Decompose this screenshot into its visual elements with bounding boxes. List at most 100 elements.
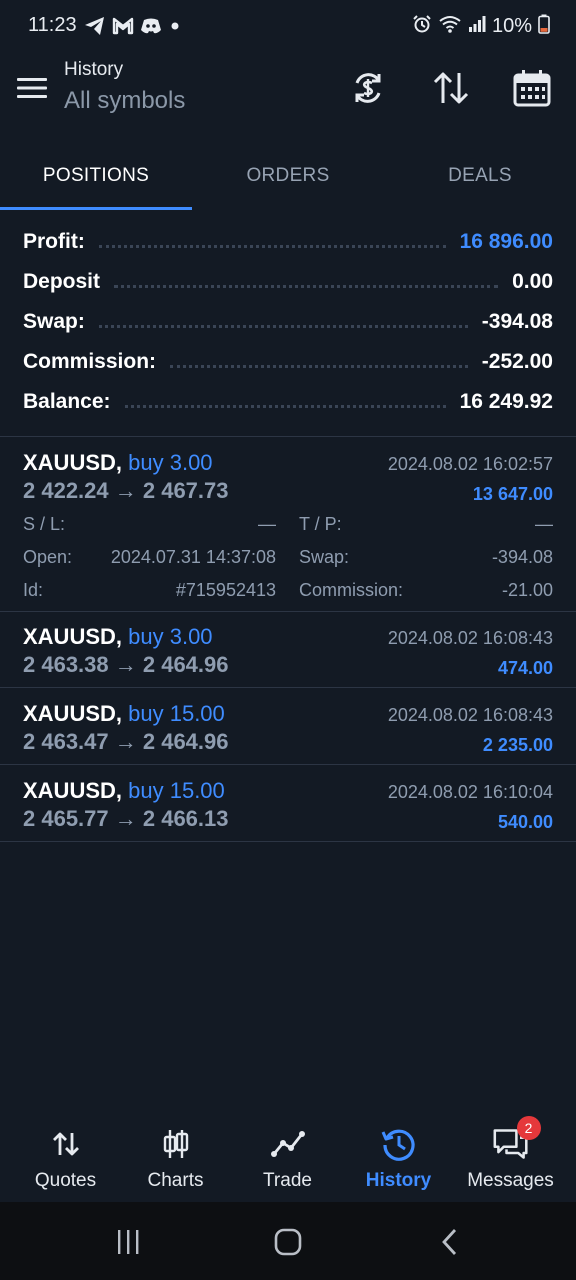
calendar-icon <box>513 70 551 107</box>
position-prices: 2 463.47 → 2 464.96 <box>23 729 229 754</box>
position-row[interactable]: XAUUSD, buy 15.00 2 465.77 → 2 466.13 20… <box>0 778 576 840</box>
quotes-arrows-icon <box>48 1126 84 1162</box>
position-type: buy 15.00 <box>128 701 225 726</box>
position-title: XAUUSD, buy 15.00 <box>23 778 225 804</box>
tab-positions[interactable]: POSITIONS <box>0 144 192 210</box>
position-symbol: XAUUSD, <box>23 624 123 649</box>
position-symbol: XAUUSD, <box>23 450 123 475</box>
calendar-button[interactable] <box>512 68 552 108</box>
position-row[interactable]: XAUUSD, buy 3.00 2 463.38 → 2 464.96 202… <box>0 624 576 686</box>
home-button[interactable] <box>268 1222 308 1262</box>
nav-trade[interactable]: Trade <box>230 1104 345 1202</box>
screen: 11:23 10% History All symbols POSITIONS … <box>0 0 576 1280</box>
detail-swap-value: -394.08 <box>491 547 553 567</box>
tab-orders[interactable]: ORDERS <box>192 144 384 208</box>
position-prices: 2 422.24 → 2 467.73 <box>23 478 229 503</box>
tp-value: — <box>535 514 553 534</box>
dot-leader <box>170 364 468 368</box>
nav-label: Charts <box>147 1170 204 1191</box>
menu-button[interactable] <box>14 70 50 106</box>
id-label: Id: <box>23 580 44 600</box>
nav-charts[interactable]: Charts <box>118 1104 233 1202</box>
bottom-navigation: Quotes Charts Trade History 2 Messages <box>0 1104 576 1202</box>
nav-history[interactable]: History <box>341 1104 456 1202</box>
system-navigation-bar <box>0 1202 576 1280</box>
position-type: buy 3.00 <box>128 624 213 649</box>
position-profit: 540.00 <box>497 812 553 832</box>
profit-value: 16 896.00 <box>459 230 553 253</box>
dot-leader <box>114 284 499 288</box>
position-row-expanded[interactable]: XAUUSD, buy 3.00 2 422.24 → 2 467.73 202… <box>0 450 576 612</box>
detail-commission-value: -21.00 <box>501 580 553 600</box>
position-prices: 2 465.77 → 2 466.13 <box>23 806 229 831</box>
unread-badge: 2 <box>516 1116 541 1140</box>
commission-value: -252.00 <box>481 350 553 373</box>
position-date: 2024.08.02 16:10:04 <box>387 782 553 802</box>
position-symbol: XAUUSD, <box>23 778 123 803</box>
swap-label: Swap: <box>23 310 85 333</box>
divider <box>0 841 576 842</box>
position-profit: 13 647.00 <box>472 484 553 504</box>
top-app-bar: History All symbols <box>0 54 576 134</box>
battery-percentage: 10% <box>491 15 532 37</box>
back-button[interactable] <box>430 1222 470 1262</box>
nav-quotes[interactable]: Quotes <box>8 1104 123 1202</box>
dot-icon <box>168 19 182 38</box>
dot-leader <box>98 244 446 248</box>
wifi-icon <box>438 14 462 39</box>
detail-swap-label: Swap: <box>299 547 350 567</box>
history-clock-icon <box>381 1126 417 1162</box>
commission-label: Commission: <box>23 350 157 373</box>
profit-label: Profit: <box>23 230 85 253</box>
position-title: XAUUSD, buy 3.00 <box>23 624 213 650</box>
divider <box>0 764 576 765</box>
position-symbol: XAUUSD, <box>23 701 123 726</box>
telegram-icon <box>84 16 106 41</box>
nav-label: Quotes <box>34 1170 97 1191</box>
swap-value: -394.08 <box>481 310 553 333</box>
summary-deposit-row: Deposit 0.00 <box>0 262 576 302</box>
nav-label: Trade <box>263 1170 312 1191</box>
recent-apps-button[interactable] <box>108 1222 148 1262</box>
position-prices: 2 463.38 → 2 464.96 <box>23 652 229 677</box>
position-profit: 474.00 <box>497 658 553 678</box>
position-profit: 2 235.00 <box>482 735 553 755</box>
open-label: Open: <box>23 547 73 567</box>
nav-messages[interactable]: 2 Messages <box>453 1104 568 1202</box>
dot-leader <box>98 324 468 328</box>
id-value: #715952413 <box>175 580 276 600</box>
currency-exchange-icon <box>355 73 381 103</box>
detail-commission-label: Commission: <box>299 580 404 600</box>
currency-exchange-button[interactable] <box>348 68 388 108</box>
symbol-filter[interactable]: All symbols <box>64 84 185 118</box>
tab-deals[interactable]: DEALS <box>384 144 576 208</box>
sl-label: S / L: <box>23 514 66 534</box>
nav-label: Messages <box>467 1170 554 1191</box>
title-block[interactable]: History All symbols <box>64 58 185 118</box>
sort-button[interactable] <box>431 68 471 108</box>
summary-commission-row: Commission: -252.00 <box>0 342 576 382</box>
summary-panel: Profit: 16 896.00 Deposit 0.00 Swap: -39… <box>0 222 576 422</box>
detail-row-sl-tp: S / L: — T / P: — <box>0 514 576 538</box>
position-row[interactable]: XAUUSD, buy 15.00 2 463.47 → 2 464.96 20… <box>0 701 576 763</box>
balance-label: Balance: <box>23 390 111 413</box>
divider <box>0 687 576 688</box>
notification-icons <box>84 16 182 41</box>
position-title: XAUUSD, buy 15.00 <box>23 701 225 727</box>
recent-apps-icon <box>118 1230 139 1254</box>
position-title: XAUUSD, buy 3.00 <box>23 450 213 476</box>
position-date: 2024.08.02 16:08:43 <box>387 705 553 725</box>
page-title: History <box>64 59 124 80</box>
detail-row-open-swap: Open: 2024.07.31 14:37:08 Swap: -394.08 <box>0 547 576 571</box>
deposit-value: 0.00 <box>512 270 553 293</box>
divider <box>0 611 576 612</box>
position-type: buy 3.00 <box>128 450 213 475</box>
summary-swap-row: Swap: -394.08 <box>0 302 576 342</box>
status-bar: 11:23 10% <box>0 0 576 54</box>
deposit-label: Deposit <box>23 270 101 293</box>
position-date: 2024.08.02 16:08:43 <box>387 628 553 648</box>
battery-icon <box>538 14 550 39</box>
open-value: 2024.07.31 14:37:08 <box>110 547 276 567</box>
tab-bar: POSITIONS ORDERS DEALS <box>0 144 576 210</box>
divider <box>0 436 576 437</box>
